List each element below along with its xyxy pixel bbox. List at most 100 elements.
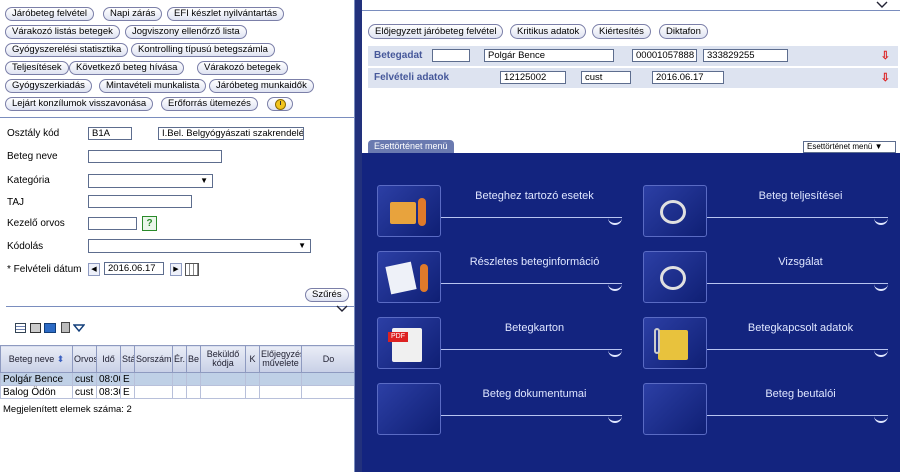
col-orvos[interactable]: Orvos [72,345,97,373]
betegadat-taj-field[interactable]: 333829255 [703,49,788,62]
lejart-konzilumok-button[interactable]: Lejárt konzílumok visszavonása [5,97,154,111]
swoosh-icon [608,415,622,423]
col-sorszam[interactable]: Sorszám [134,345,173,373]
table-row[interactable]: Polgár Bence cust 08:00 E [0,372,354,386]
efi-keszlet-button[interactable]: EFI készlet nyilvántartás [167,7,284,21]
table-row[interactable]: Balog Ödön cust 08:30 E [0,385,354,399]
cell-k [245,385,260,399]
betegadat-name-field[interactable]: Polgár Bence [484,49,614,62]
felveteli-datum-input[interactable]: 2016.06.17 [104,262,164,275]
cell-k [245,372,260,386]
col-elojegyzes-muvelete[interactable]: Előjegyzés művelete [259,345,302,373]
expand-arrow-icon[interactable]: ⇩ [881,49,890,62]
left-panel: Járóbeteg felvétel Napi zárás EFI készle… [0,0,355,472]
taj-input[interactable] [88,195,192,208]
jogviszony-button[interactable]: Jogviszony ellenőrző lista [125,25,247,39]
gyogyszerkiadas-button[interactable]: Gyógyszerkiadás [5,79,92,93]
help-icon[interactable]: ? [142,216,157,231]
varakozo-listas-button[interactable]: Várakozó listás betegek [5,25,120,39]
elojegyzett-felvetel-button[interactable]: Előjegyzett járóbeteg felvétel [368,24,504,39]
tile-reszletes-beteginformacio[interactable]: Részletes beteginformáció [377,251,622,303]
tile-betegkapcsolt-adatok[interactable]: Betegkapcsolt adatok [643,317,888,369]
toolbar-divider [0,117,354,118]
cell-beteg-neve: Polgár Bence [0,372,73,386]
kritikus-adatok-button[interactable]: Kritikus adatok [510,24,587,39]
chevron-down-icon[interactable] [876,1,888,9]
varakozo-betegek-button[interactable]: Várakozó betegek [197,61,288,75]
cell-ido: 08:30 [96,385,121,399]
patient-table: Beteg neve ⬍ Orvos Idő Státusz Sorszám É… [0,345,354,399]
chevron-down-icon[interactable] [336,305,348,313]
teljesitesek-button[interactable]: Teljesítések [5,61,69,75]
tile-label: Betegkapcsolt adatok [747,322,854,334]
calendar-icon[interactable] [185,263,199,276]
cell-do [301,385,354,399]
tile-line [441,217,622,218]
kiertesites-button[interactable]: Kiértesítés [592,24,651,39]
osztaly-nev-input[interactable]: I.Bel. Belgyógyászati szakrendelé [158,127,304,140]
col-do[interactable]: Do [301,345,354,373]
taj-label: TAJ [7,197,25,208]
right-panel: Előjegyzett járóbeteg felvétel Kritikus … [362,0,900,472]
expand-arrow-icon[interactable]: ⇩ [881,71,890,84]
felveteli-datum-field[interactable]: 2016.06.17 [652,71,724,84]
betegadat-id-field[interactable]: 00001057888 [632,49,697,62]
trash-icon[interactable] [61,322,70,333]
betegadat-field-1[interactable] [432,49,470,62]
mintaveteli-button[interactable]: Mintavételi munkalista [99,79,207,93]
clock-icon [275,99,286,110]
document-patient-icon [377,251,441,303]
osztaly-kod-input[interactable]: B1A [88,127,132,140]
kontrolling-button[interactable]: Kontrolling típusú betegszámla [131,43,275,57]
navigation-panel: Beteghez tartozó esetek Beteg teljesítés… [362,153,900,472]
tile-label: Beteghez tartozó esetek [475,190,594,202]
tile-line [707,217,888,218]
felveteli-orvos-field[interactable]: cust [581,71,631,84]
szures-button[interactable]: Szűrés [305,288,349,302]
panel-splitter[interactable] [355,0,362,472]
dropdown-arrow-icon: ▼ [298,241,306,250]
filter-dropdown-icon[interactable] [73,324,85,333]
kodolas-label: Kódolás [7,241,44,252]
clock-button[interactable] [267,97,293,111]
tile-label: Beteg teljesítései [758,190,843,202]
kezelo-orvos-input[interactable] [88,217,137,230]
eroforras-utemezes-button[interactable]: Erőforrás ütemezés [161,97,258,111]
tile-betegkarton[interactable]: PDF Betegkarton [377,317,622,369]
kodolas-select[interactable]: ▼ [88,239,311,253]
dropdown-arrow-icon: ▼ [200,176,208,185]
cell-er [172,385,187,399]
esettortenet-tab[interactable]: Esettörténet menü [368,140,454,153]
col-ido[interactable]: Idő [96,345,121,373]
col-k[interactable]: K [245,345,260,373]
felveteli-id-field[interactable]: 12125002 [500,71,566,84]
tile-beteg-teljesitesei[interactable]: Beteg teljesítései [643,185,888,237]
col-bekuldo-kodja[interactable]: Beküldő kódja [200,345,246,373]
napi-zaras-button[interactable]: Napi zárás [103,7,163,21]
tile-label: Betegkarton [504,322,565,334]
col-beteg-neve[interactable]: Beteg neve ⬍ [0,345,73,373]
gyogyszerelesi-statisztika-button[interactable]: Gyógyszerelési statisztika [5,43,129,57]
jarobeteg-felvetel-button[interactable]: Járóbeteg felvétel [5,7,94,21]
col-statusz[interactable]: Státusz [120,345,135,373]
kategoria-select[interactable]: ▼ [88,174,213,188]
kovetkezo-beteg-button[interactable]: Következő beteg hívása [69,61,185,75]
export-icon[interactable] [44,323,56,333]
betegadat-label: Betegadat [374,50,423,61]
prev-date-button[interactable]: ◀ [88,263,100,276]
next-date-button[interactable]: ▶ [170,263,182,276]
tile-beteghez-tartozo-esetek[interactable]: Beteghez tartozó esetek [377,185,622,237]
esettortenet-menu-select[interactable]: Esettörténet menü ▼ [803,141,896,153]
jarobeteg-munkaidok-button[interactable]: Járóbeteg munkaidők [209,79,314,93]
col-er[interactable]: Ér. [172,345,187,373]
list-icon[interactable] [15,323,26,333]
beteg-neve-input[interactable] [88,150,222,163]
tile-beteg-dokumentumai[interactable]: Beteg dokumentumai [377,383,622,435]
diktafon-button[interactable]: Diktafon [659,24,708,39]
print-icon[interactable] [30,323,41,333]
blank-icon [377,383,441,435]
tile-line [707,415,888,416]
col-be[interactable]: Be [186,345,201,373]
tile-vizsgalat[interactable]: Vizsgálat [643,251,888,303]
tile-beteg-beutaloi[interactable]: Beteg beutalói [643,383,888,435]
